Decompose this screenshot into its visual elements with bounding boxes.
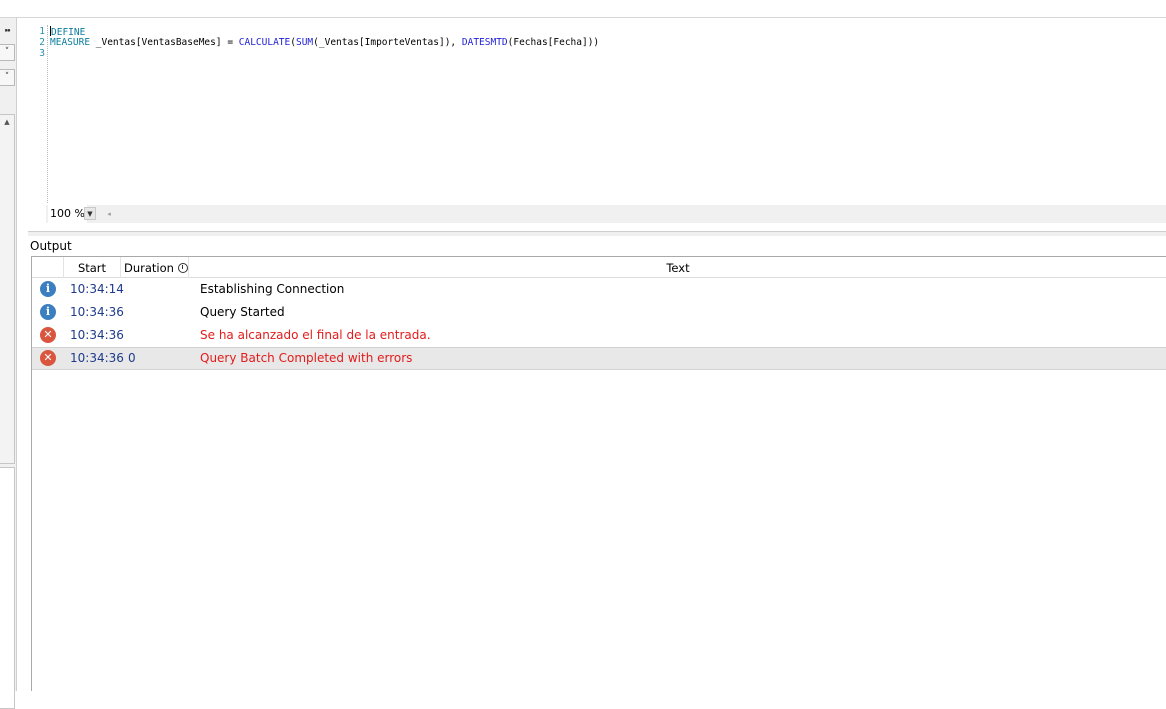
code-token: (_Ventas[ImporteVentas]), [313, 37, 462, 48]
row-start-time: 10:34:14 [70, 282, 124, 296]
gutter-divider [47, 25, 48, 203]
info-icon: i [40, 304, 56, 320]
function-token: CALCULATE [238, 37, 291, 48]
left-panel-dropdown-2[interactable]: ˅ [0, 69, 15, 86]
code-line-2: MEASURE _Ventas[VentasBaseMes] = CALCULA… [50, 37, 599, 48]
info-icon: i [40, 281, 56, 297]
clock-icon [177, 263, 188, 273]
pin-icon[interactable]: ❠ [0, 22, 15, 39]
row-start-time: 10:34:36 [70, 305, 124, 319]
editor-status-bar: 100 % ▼ ◂ [46, 205, 1166, 223]
scroll-left-icon[interactable]: ◂ [104, 207, 114, 221]
output-title: Output [30, 239, 72, 253]
row-duration: 0 [128, 351, 136, 365]
code-token: _Ventas[VentasBaseMes] = [90, 37, 239, 48]
table-row[interactable]: ✕ 10:34:36 Se ha alcanzado el final de l… [32, 324, 1166, 347]
row-text: Establishing Connection [200, 282, 345, 296]
table-row[interactable]: i 10:34:36 Query Started [32, 301, 1166, 324]
top-toolbar-strip [0, 0, 1166, 18]
column-header-icon[interactable] [32, 257, 64, 278]
error-icon: ✕ [40, 350, 56, 366]
function-token: DATESMTD [461, 37, 508, 48]
zoom-dropdown-button[interactable]: ▼ [84, 207, 96, 220]
output-pane: Output Start Duration Text i 10:34:14 Es… [28, 236, 1166, 691]
keyword-token: MEASURE [50, 37, 91, 48]
output-grid: Start Duration Text i 10:34:14 Establish… [31, 256, 1166, 691]
query-editor[interactable]: 1 2 3 DEFINE MEASURE _Ventas[VentasBaseM… [28, 19, 1166, 224]
left-docked-panel: ❠ ˅ ˅ ▲ [0, 18, 17, 709]
column-header-start[interactable]: Start [64, 257, 121, 278]
row-text: Query Started [200, 305, 285, 319]
chevron-down-icon: ˅ [4, 72, 10, 82]
left-panel-lower-area [0, 467, 15, 709]
scroll-up-icon[interactable]: ▲ [0, 115, 14, 129]
left-panel-scrollbar[interactable]: ▲ [0, 114, 15, 464]
line-number: 2 [39, 37, 45, 48]
code-text[interactable]: DEFINE MEASURE _Ventas[VentasBaseMes] = … [50, 26, 599, 59]
row-text: Se ha alcanzado el final de la entrada. [200, 328, 431, 342]
left-panel-dropdown-1[interactable]: ˅ [0, 44, 15, 61]
column-header-text[interactable]: Text [189, 257, 1166, 278]
grid-header: Start Duration Text [32, 257, 1166, 278]
row-text: Query Batch Completed with errors [200, 351, 413, 365]
code-line-1: DEFINE [50, 26, 599, 38]
function-token: SUM [295, 37, 314, 48]
row-start-time: 10:34:36 [70, 328, 124, 342]
line-number-gutter: 1 2 3 [28, 26, 46, 59]
error-icon: ✕ [40, 327, 56, 343]
row-start-time: 10:34:36 [70, 351, 124, 365]
column-header-label: Duration [124, 261, 174, 275]
column-header-label: Start [77, 261, 107, 275]
table-row-selected[interactable]: ✕ 10:34:36 0 Query Batch Completed with … [32, 347, 1166, 370]
column-header-label: Text [666, 261, 690, 275]
code-token: (Fechas[Fecha])) [507, 37, 600, 48]
column-header-duration[interactable]: Duration [121, 257, 189, 278]
chevron-down-icon: ˅ [4, 47, 10, 57]
chevron-down-icon: ▼ [87, 210, 93, 218]
table-row[interactable]: i 10:34:14 Establishing Connection [32, 278, 1166, 301]
zoom-level[interactable]: 100 % [48, 205, 87, 223]
line-number: 1 [39, 26, 45, 37]
line-number: 3 [39, 48, 45, 59]
